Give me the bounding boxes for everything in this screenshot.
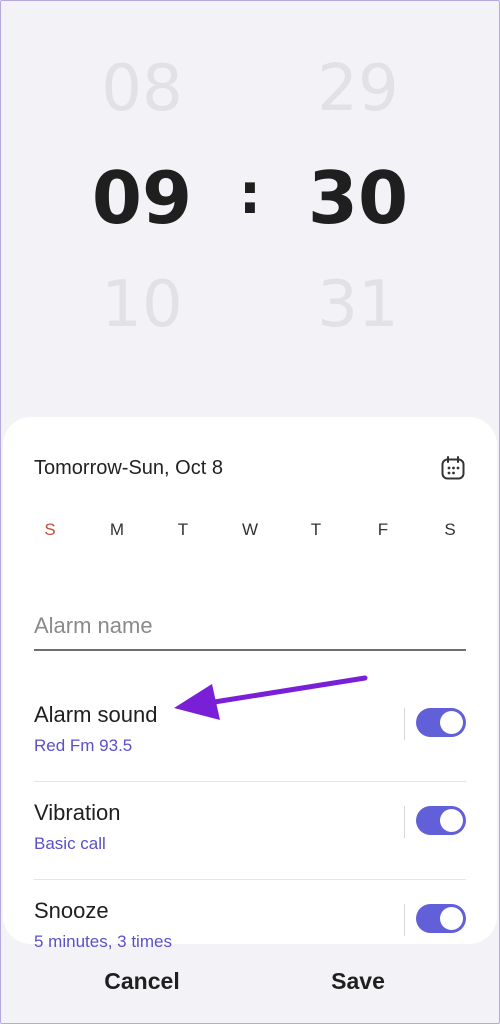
row-separator bbox=[34, 879, 466, 880]
hour-next[interactable]: 10 bbox=[62, 268, 222, 342]
alarm-name-input[interactable] bbox=[34, 607, 466, 639]
hour-previous[interactable]: 08 bbox=[62, 52, 222, 126]
day-wednesday[interactable]: W bbox=[235, 520, 265, 540]
row-divider bbox=[404, 904, 405, 936]
row-divider bbox=[404, 806, 405, 838]
toggle-knob bbox=[440, 809, 463, 832]
date-row: Tomorrow-Sun, Oct 8 bbox=[34, 455, 466, 487]
weekday-selector: S M T W T F S bbox=[34, 520, 466, 544]
minute-next[interactable]: 31 bbox=[278, 268, 438, 342]
minute-selected[interactable]: 30 bbox=[278, 156, 438, 240]
alarm-date: Tomorrow-Sun, Oct 8 bbox=[34, 457, 223, 479]
hour-selected[interactable]: 09 bbox=[62, 156, 222, 240]
cancel-button[interactable]: Cancel bbox=[42, 968, 242, 995]
day-monday[interactable]: M bbox=[102, 520, 132, 540]
alarm-sound-toggle[interactable] bbox=[416, 708, 466, 737]
alarm-sound-value: Red Fm 93.5 bbox=[34, 736, 133, 755]
alarm-sound-title: Alarm sound bbox=[34, 702, 158, 727]
alarm-name-field bbox=[34, 607, 466, 651]
calendar-icon[interactable] bbox=[440, 455, 466, 481]
day-friday[interactable]: F bbox=[368, 520, 398, 540]
toggle-knob bbox=[440, 907, 463, 930]
row-separator bbox=[34, 781, 466, 782]
row-divider bbox=[404, 708, 405, 740]
time-picker[interactable]: 08 09 10 : 29 30 31 bbox=[0, 0, 500, 400]
day-sunday[interactable]: S bbox=[35, 520, 65, 540]
day-tuesday[interactable]: T bbox=[168, 520, 198, 540]
vibration-value: Basic call bbox=[34, 834, 106, 853]
vibration-title: Vibration bbox=[34, 800, 121, 825]
toggle-knob bbox=[440, 711, 463, 734]
vibration-toggle[interactable] bbox=[416, 806, 466, 835]
day-saturday[interactable]: S bbox=[435, 520, 465, 540]
save-button[interactable]: Save bbox=[258, 968, 458, 995]
annotation-arrow-icon bbox=[174, 675, 368, 720]
time-separator: : bbox=[238, 162, 262, 227]
snooze-value: 5 minutes, 3 times bbox=[34, 932, 172, 951]
minute-previous[interactable]: 29 bbox=[278, 52, 438, 126]
vibration-row[interactable]: Vibration Basic call bbox=[34, 800, 466, 898]
day-thursday[interactable]: T bbox=[301, 520, 331, 540]
snooze-toggle[interactable] bbox=[416, 904, 466, 933]
snooze-title: Snooze bbox=[34, 898, 109, 923]
